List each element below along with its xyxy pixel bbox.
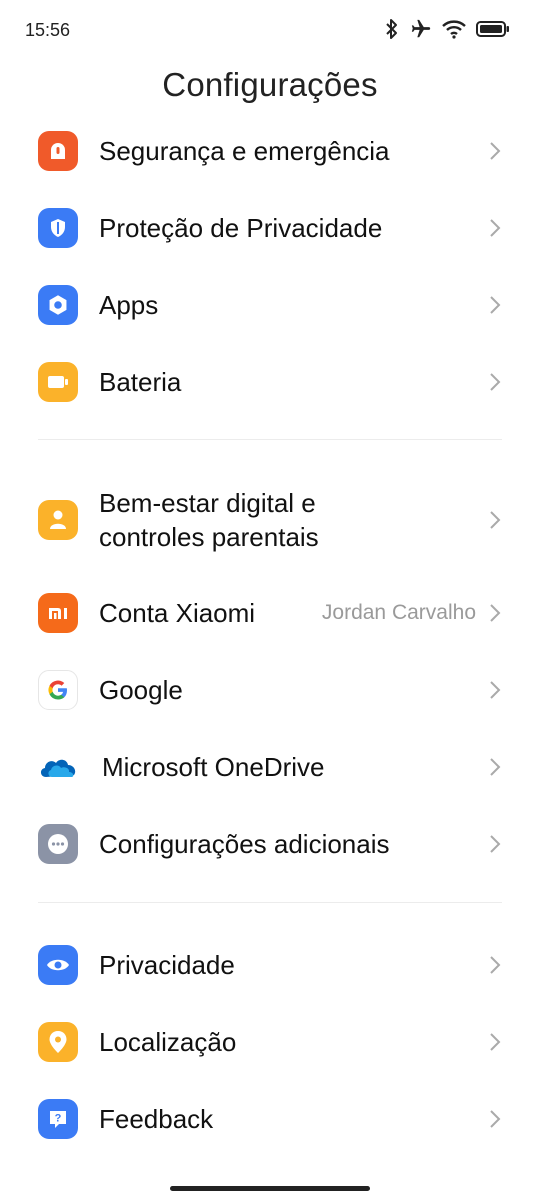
setting-feedback[interactable]: ? Feedback xyxy=(0,1098,540,1140)
setting-battery[interactable]: Bateria xyxy=(0,361,540,403)
setting-microsoft-onedrive[interactable]: Microsoft OneDrive xyxy=(0,746,540,788)
more-icon xyxy=(38,824,78,864)
eye-icon xyxy=(38,945,78,985)
setting-label: Apps xyxy=(99,290,159,320)
setting-label: Configurações adicionais xyxy=(99,829,390,859)
airplane-mode-icon xyxy=(410,18,432,40)
setting-location[interactable]: Localização xyxy=(0,1021,540,1063)
chevron-right-icon xyxy=(490,1033,501,1051)
setting-digital-wellbeing[interactable]: Bem-estar digital e controles parentais xyxy=(0,486,540,554)
setting-label: Localização xyxy=(99,1027,237,1057)
setting-safety-emergency[interactable]: Segurança e emergência xyxy=(0,130,540,172)
setting-label-line1: Bem-estar digital e xyxy=(99,488,316,518)
home-indicator[interactable] xyxy=(170,1186,370,1191)
setting-label: Google xyxy=(99,675,183,705)
chevron-right-icon xyxy=(490,835,501,853)
onedrive-icon xyxy=(38,747,78,787)
location-pin-icon xyxy=(38,1022,78,1062)
privacy-shield-icon xyxy=(38,208,78,248)
setting-google[interactable]: Google xyxy=(0,669,540,711)
setting-label: Bateria xyxy=(99,367,182,397)
section-divider xyxy=(38,439,502,440)
setting-additional-settings[interactable]: Configurações adicionais xyxy=(0,823,540,865)
wifi-icon xyxy=(442,19,466,39)
page-title: Configurações xyxy=(162,66,378,103)
chevron-right-icon xyxy=(490,681,501,699)
setting-privacy-protection[interactable]: Proteção de Privacidade xyxy=(0,207,540,249)
account-name: Jordan Carvalho xyxy=(321,601,476,624)
wellbeing-icon xyxy=(38,500,78,540)
chevron-right-icon xyxy=(490,296,501,314)
chevron-right-icon xyxy=(490,1110,501,1128)
battery-icon xyxy=(38,362,78,402)
setting-label: Conta Xiaomi xyxy=(99,598,256,628)
feedback-icon: ? xyxy=(38,1099,78,1139)
setting-xiaomi-account[interactable]: Conta Xiaomi Jordan Carvalho xyxy=(0,592,540,634)
xiaomi-icon xyxy=(38,593,78,633)
chevron-right-icon xyxy=(490,956,501,974)
chevron-right-icon xyxy=(490,604,501,622)
chevron-right-icon xyxy=(490,511,501,529)
setting-label: Proteção de Privacidade xyxy=(99,213,383,243)
chevron-right-icon xyxy=(490,219,501,237)
bluetooth-icon xyxy=(384,18,400,40)
apps-icon xyxy=(38,285,78,325)
status-bar: 15:56 xyxy=(0,0,540,62)
svg-text:?: ? xyxy=(55,1113,62,1125)
sos-icon xyxy=(38,131,78,171)
chevron-right-icon xyxy=(490,142,501,160)
setting-label: Microsoft OneDrive xyxy=(102,752,325,782)
setting-apps[interactable]: Apps xyxy=(0,284,540,326)
status-icons xyxy=(384,18,510,40)
setting-privacy[interactable]: Privacidade xyxy=(0,944,540,986)
status-time: 15:56 xyxy=(25,20,71,40)
setting-label-line2: controles parentais xyxy=(99,522,319,552)
chevron-right-icon xyxy=(490,373,501,391)
chevron-right-icon xyxy=(490,758,501,776)
battery-status-icon xyxy=(476,20,510,38)
setting-label: Privacidade xyxy=(99,950,235,980)
google-icon xyxy=(38,670,78,710)
setting-label: Segurança e emergência xyxy=(99,136,390,166)
section-divider xyxy=(38,902,502,903)
setting-label: Feedback xyxy=(99,1104,214,1134)
